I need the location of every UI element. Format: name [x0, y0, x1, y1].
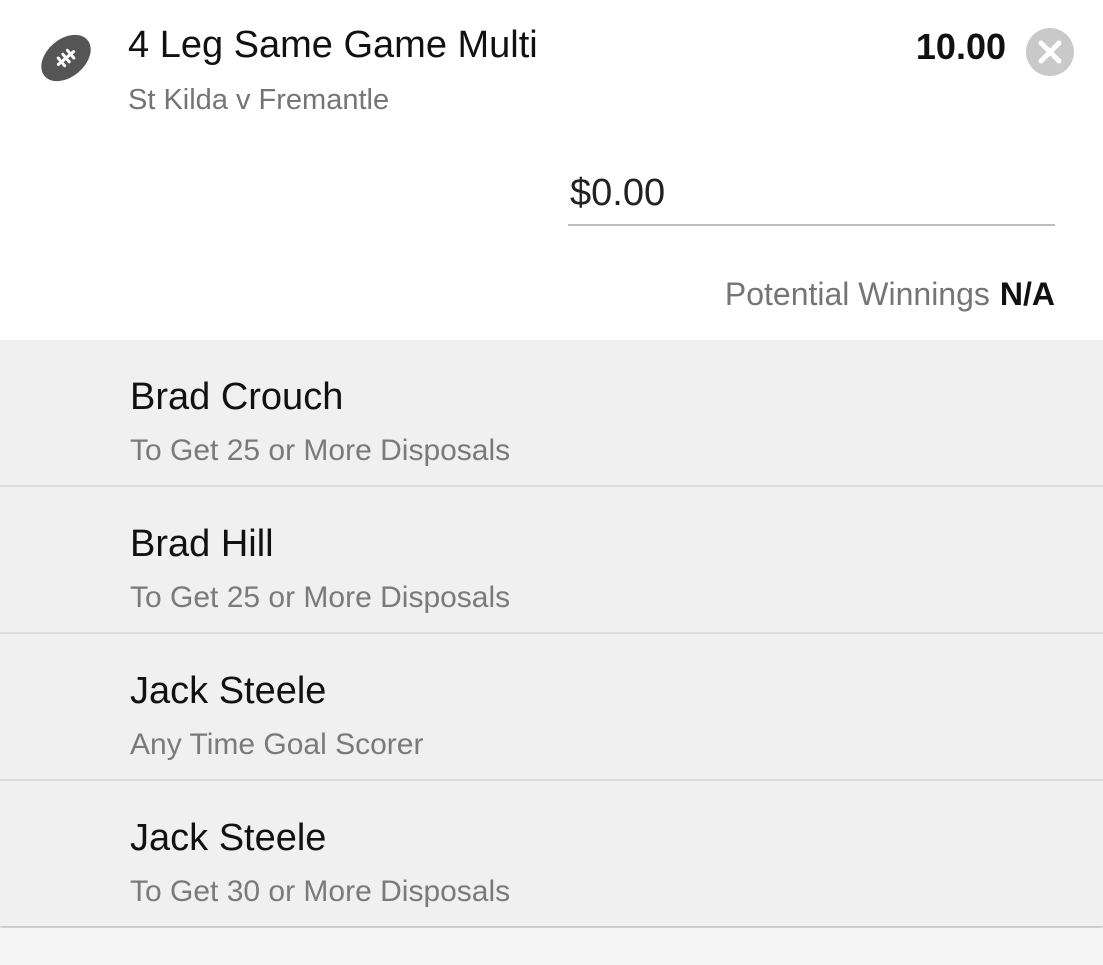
leg-market-name: To Get 30 or More Disposals [130, 875, 511, 908]
leg-market-name: To Get 25 or More Disposals [130, 434, 511, 467]
leg-market-name: To Get 25 or More Disposals [130, 581, 511, 614]
potential-winnings: Potential Winnings N/A [725, 276, 1055, 313]
close-icon [1038, 40, 1062, 64]
potential-winnings-value: N/A [999, 276, 1055, 312]
list-item[interactable]: Brad Hill To Get 25 or More Disposals [0, 487, 1103, 634]
bet-odds: 10.00 [915, 26, 1006, 67]
australian-football-icon [36, 28, 96, 88]
leg-selection-name: Jack Steele [130, 670, 327, 712]
stake-input[interactable]: $0.00 [568, 164, 1055, 226]
bet-slip-footer [0, 928, 1103, 965]
bet-header: 4 Leg Same Game Multi St Kilda v Fremant… [0, 0, 1103, 340]
remove-bet-button[interactable] [1026, 28, 1074, 76]
bet-title: 4 Leg Same Game Multi [128, 24, 538, 66]
leg-selection-name: Brad Crouch [130, 376, 344, 418]
leg-selection-name: Brad Hill [130, 523, 274, 565]
bet-slip: 4 Leg Same Game Multi St Kilda v Fremant… [0, 0, 1103, 965]
list-item[interactable]: Jack Steele Any Time Goal Scorer [0, 634, 1103, 781]
potential-winnings-label: Potential Winnings [724, 276, 990, 312]
list-item[interactable]: Jack Steele To Get 30 or More Disposals [0, 781, 1103, 926]
list-item[interactable]: Brad Crouch To Get 25 or More Disposals [0, 340, 1103, 487]
leg-selection-name: Jack Steele [130, 817, 327, 859]
multi-legs-list: Brad Crouch To Get 25 or More Disposals … [0, 340, 1103, 926]
stake-value: $0.00 [570, 172, 666, 214]
bet-event-name: St Kilda v Fremantle [128, 84, 390, 116]
leg-market-name: Any Time Goal Scorer [130, 728, 424, 761]
